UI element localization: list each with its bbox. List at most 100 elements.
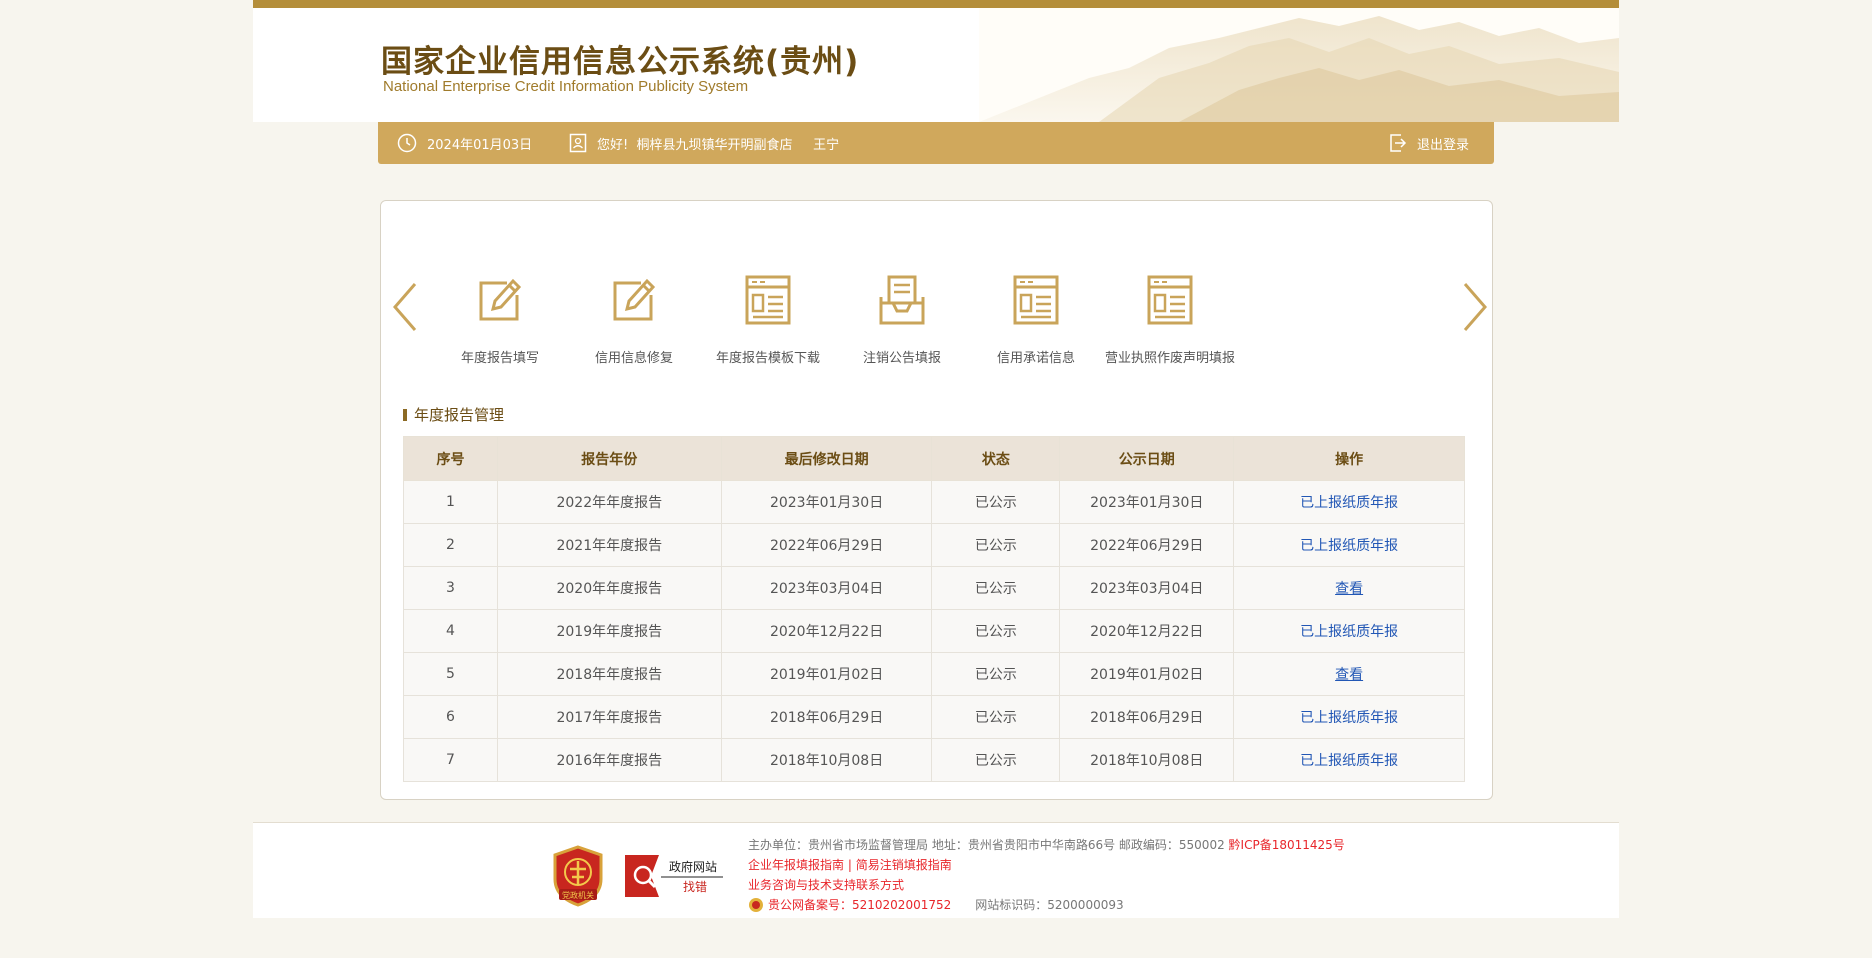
table-header-row: 序号 报告年份 最后修改日期 状态 公示日期 操作 (403, 436, 1465, 481)
footer-line-2: 企业年报填报指南 | 简易注销填报指南 (748, 855, 1345, 875)
site-id: 网站标识码：5200000093 (975, 898, 1124, 912)
cell-published: 2020年12月22日 (1059, 609, 1235, 653)
icp-link[interactable]: 黔ICP备18011425号 (1229, 838, 1345, 852)
action-link[interactable]: 已上报纸质年报 (1300, 538, 1398, 554)
footer-line-3: 业务咨询与技术支持联系方式 (748, 875, 1345, 895)
table-row: 7 2016年年度报告 2018年10月08日 已公示 2018年10月08日 … (403, 738, 1465, 782)
cell-published: 2019年01月02日 (1059, 652, 1235, 696)
prev-arrow-icon[interactable] (389, 280, 423, 334)
quick-link-annual-report-fill[interactable]: 年度报告填写 (425, 273, 575, 366)
table-row: 4 2019年年度报告 2020年12月22日 已公示 2020年12月22日 … (403, 609, 1465, 653)
findbug-bottom-text: 找错 (683, 880, 707, 894)
action-link[interactable]: 已上报纸质年报 (1300, 753, 1398, 769)
cell-status: 已公示 (931, 480, 1061, 524)
cell-modified: 2023年01月30日 (720, 480, 933, 524)
view-link[interactable]: 查看 (1335, 667, 1363, 683)
cell-modified: 2022年06月29日 (720, 523, 933, 567)
cell-no: 3 (403, 566, 498, 610)
user-greeting: 您好! 桐梓县九坝镇华开明副食店 王宁 (569, 122, 839, 164)
cell-year: 2020年年度报告 (496, 566, 722, 610)
site-header: 国家企业信用信息公示系统(贵州) National Enterprise Cre… (253, 0, 1619, 122)
cell-modified: 2019年01月02日 (720, 652, 933, 696)
cell-no: 6 (403, 695, 498, 739)
mountain-decoration (979, 8, 1619, 122)
cell-year: 2019年年度报告 (496, 609, 722, 653)
cell-action: 已上报纸质年报 (1233, 609, 1465, 653)
cell-published: 2022年06月29日 (1059, 523, 1235, 567)
edit-report-icon (479, 278, 522, 321)
cell-action: 已上报纸质年报 (1233, 695, 1465, 739)
section-title-text: 年度报告管理 (414, 406, 505, 424)
cell-no: 1 (403, 480, 498, 524)
quick-link-credit-repair[interactable]: 信用信息修复 (559, 273, 709, 366)
next-arrow-icon[interactable] (1457, 280, 1491, 334)
annual-guide-link[interactable]: 企业年报填报指南 (748, 858, 844, 872)
site-subtitle: National Enterprise Credit Information P… (383, 78, 749, 95)
quick-link-template-download[interactable]: 年度报告模板下载 (693, 273, 843, 366)
cell-no: 7 (403, 738, 498, 782)
cell-published: 2023年01月30日 (1059, 480, 1235, 524)
column-header: 序号 (403, 436, 498, 481)
user-card-icon (569, 133, 587, 153)
table-row: 1 2022年年度报告 2023年01月30日 已公示 2023年01月30日 … (403, 480, 1465, 524)
quick-link-label: 信用信息修复 (594, 351, 673, 366)
main-panel: 年度报告填写 信用信息修复 年度报告模板下载 注销公告填报 信用承诺信息 营业执… (380, 200, 1493, 800)
cell-status: 已公示 (931, 695, 1061, 739)
logout-icon (1390, 134, 1407, 152)
quick-link-label: 注销公告填报 (862, 351, 941, 366)
logout-button[interactable]: 退出登录 (1389, 122, 1469, 164)
edit-report-icon (613, 278, 656, 321)
site-footer: 党政机关 政府网站 找错 主办单位：贵州省市场监督管理局 地址：贵州省贵阳市中华… (253, 822, 1619, 918)
column-header: 最后修改日期 (720, 436, 933, 481)
document-list-icon (1147, 275, 1193, 325)
cell-published: 2018年06月29日 (1059, 695, 1235, 739)
site-title: 国家企业信用信息公示系统(贵州) (381, 44, 860, 80)
column-header: 操作 (1233, 436, 1465, 481)
date-display: 2024年01月03日 (397, 122, 532, 164)
guide-separator: | (844, 858, 856, 872)
host-info: 主办单位：贵州省市场监督管理局 地址：贵州省贵阳市中华南路66号 邮政编码：55… (748, 838, 1225, 852)
table-row: 2 2021年年度报告 2022年06月29日 已公示 2022年06月29日 … (403, 523, 1465, 567)
inbox-document-icon (879, 275, 925, 325)
quick-link-cancellation-notice[interactable]: 注销公告填报 (827, 273, 977, 366)
quick-link-label: 年度报告填写 (460, 351, 539, 366)
cell-no: 5 (403, 652, 498, 696)
clock-icon (397, 133, 417, 153)
cell-status: 已公示 (931, 523, 1061, 567)
cell-published: 2023年03月04日 (1059, 566, 1235, 610)
cell-year: 2017年年度报告 (496, 695, 722, 739)
cell-modified: 2018年06月29日 (720, 695, 933, 739)
action-link[interactable]: 已上报纸质年报 (1300, 710, 1398, 726)
cell-published: 2018年10月08日 (1059, 738, 1235, 782)
document-list-icon (745, 275, 791, 325)
quick-link-label: 信用承诺信息 (996, 351, 1075, 366)
cell-status: 已公示 (931, 609, 1061, 653)
cell-action: 已上报纸质年报 (1233, 523, 1465, 567)
support-contact-link[interactable]: 业务咨询与技术支持联系方式 (748, 878, 904, 892)
table-row: 5 2018年年度报告 2019年01月02日 已公示 2019年01月02日 … (403, 652, 1465, 696)
cell-status: 已公示 (931, 738, 1061, 782)
table-row: 6 2017年年度报告 2018年06月29日 已公示 2018年06月29日 … (403, 695, 1465, 739)
cell-no: 4 (403, 609, 498, 653)
cell-status: 已公示 (931, 566, 1061, 610)
section-marker (403, 408, 407, 421)
cancel-guide-link[interactable]: 简易注销填报指南 (856, 858, 952, 872)
findbug-top-text: 政府网站 (669, 859, 717, 874)
party-government-badge-icon[interactable]: 党政机关 (551, 845, 605, 907)
table-row: 3 2020年年度报告 2023年03月04日 已公示 2023年03月04日 … (403, 566, 1465, 610)
column-header: 公示日期 (1059, 436, 1235, 481)
action-link[interactable]: 已上报纸质年报 (1300, 495, 1398, 511)
quick-link-credit-commitment[interactable]: 信用承诺信息 (961, 273, 1111, 366)
cell-modified: 2023年03月04日 (720, 566, 933, 610)
view-link[interactable]: 查看 (1335, 581, 1363, 597)
police-record-link[interactable]: 贵公网备案号：5210202001752 (768, 895, 951, 915)
action-link[interactable]: 已上报纸质年报 (1300, 624, 1398, 640)
cell-action: 查看 (1233, 566, 1465, 610)
government-site-error-report-icon[interactable]: 政府网站 找错 (623, 851, 723, 901)
cell-action: 已上报纸质年报 (1233, 738, 1465, 782)
quick-link-label: 年度报告模板下载 (715, 351, 820, 366)
quick-link-license-void[interactable]: 营业执照作废声明填报 (1095, 273, 1245, 366)
footer-text-block: 主办单位：贵州省市场监督管理局 地址：贵州省贵阳市中华南路66号 邮政编码：55… (748, 835, 1345, 915)
page-wrapper: 国家企业信用信息公示系统(贵州) National Enterprise Cre… (253, 0, 1619, 958)
logout-label: 退出登录 (1417, 137, 1470, 153)
